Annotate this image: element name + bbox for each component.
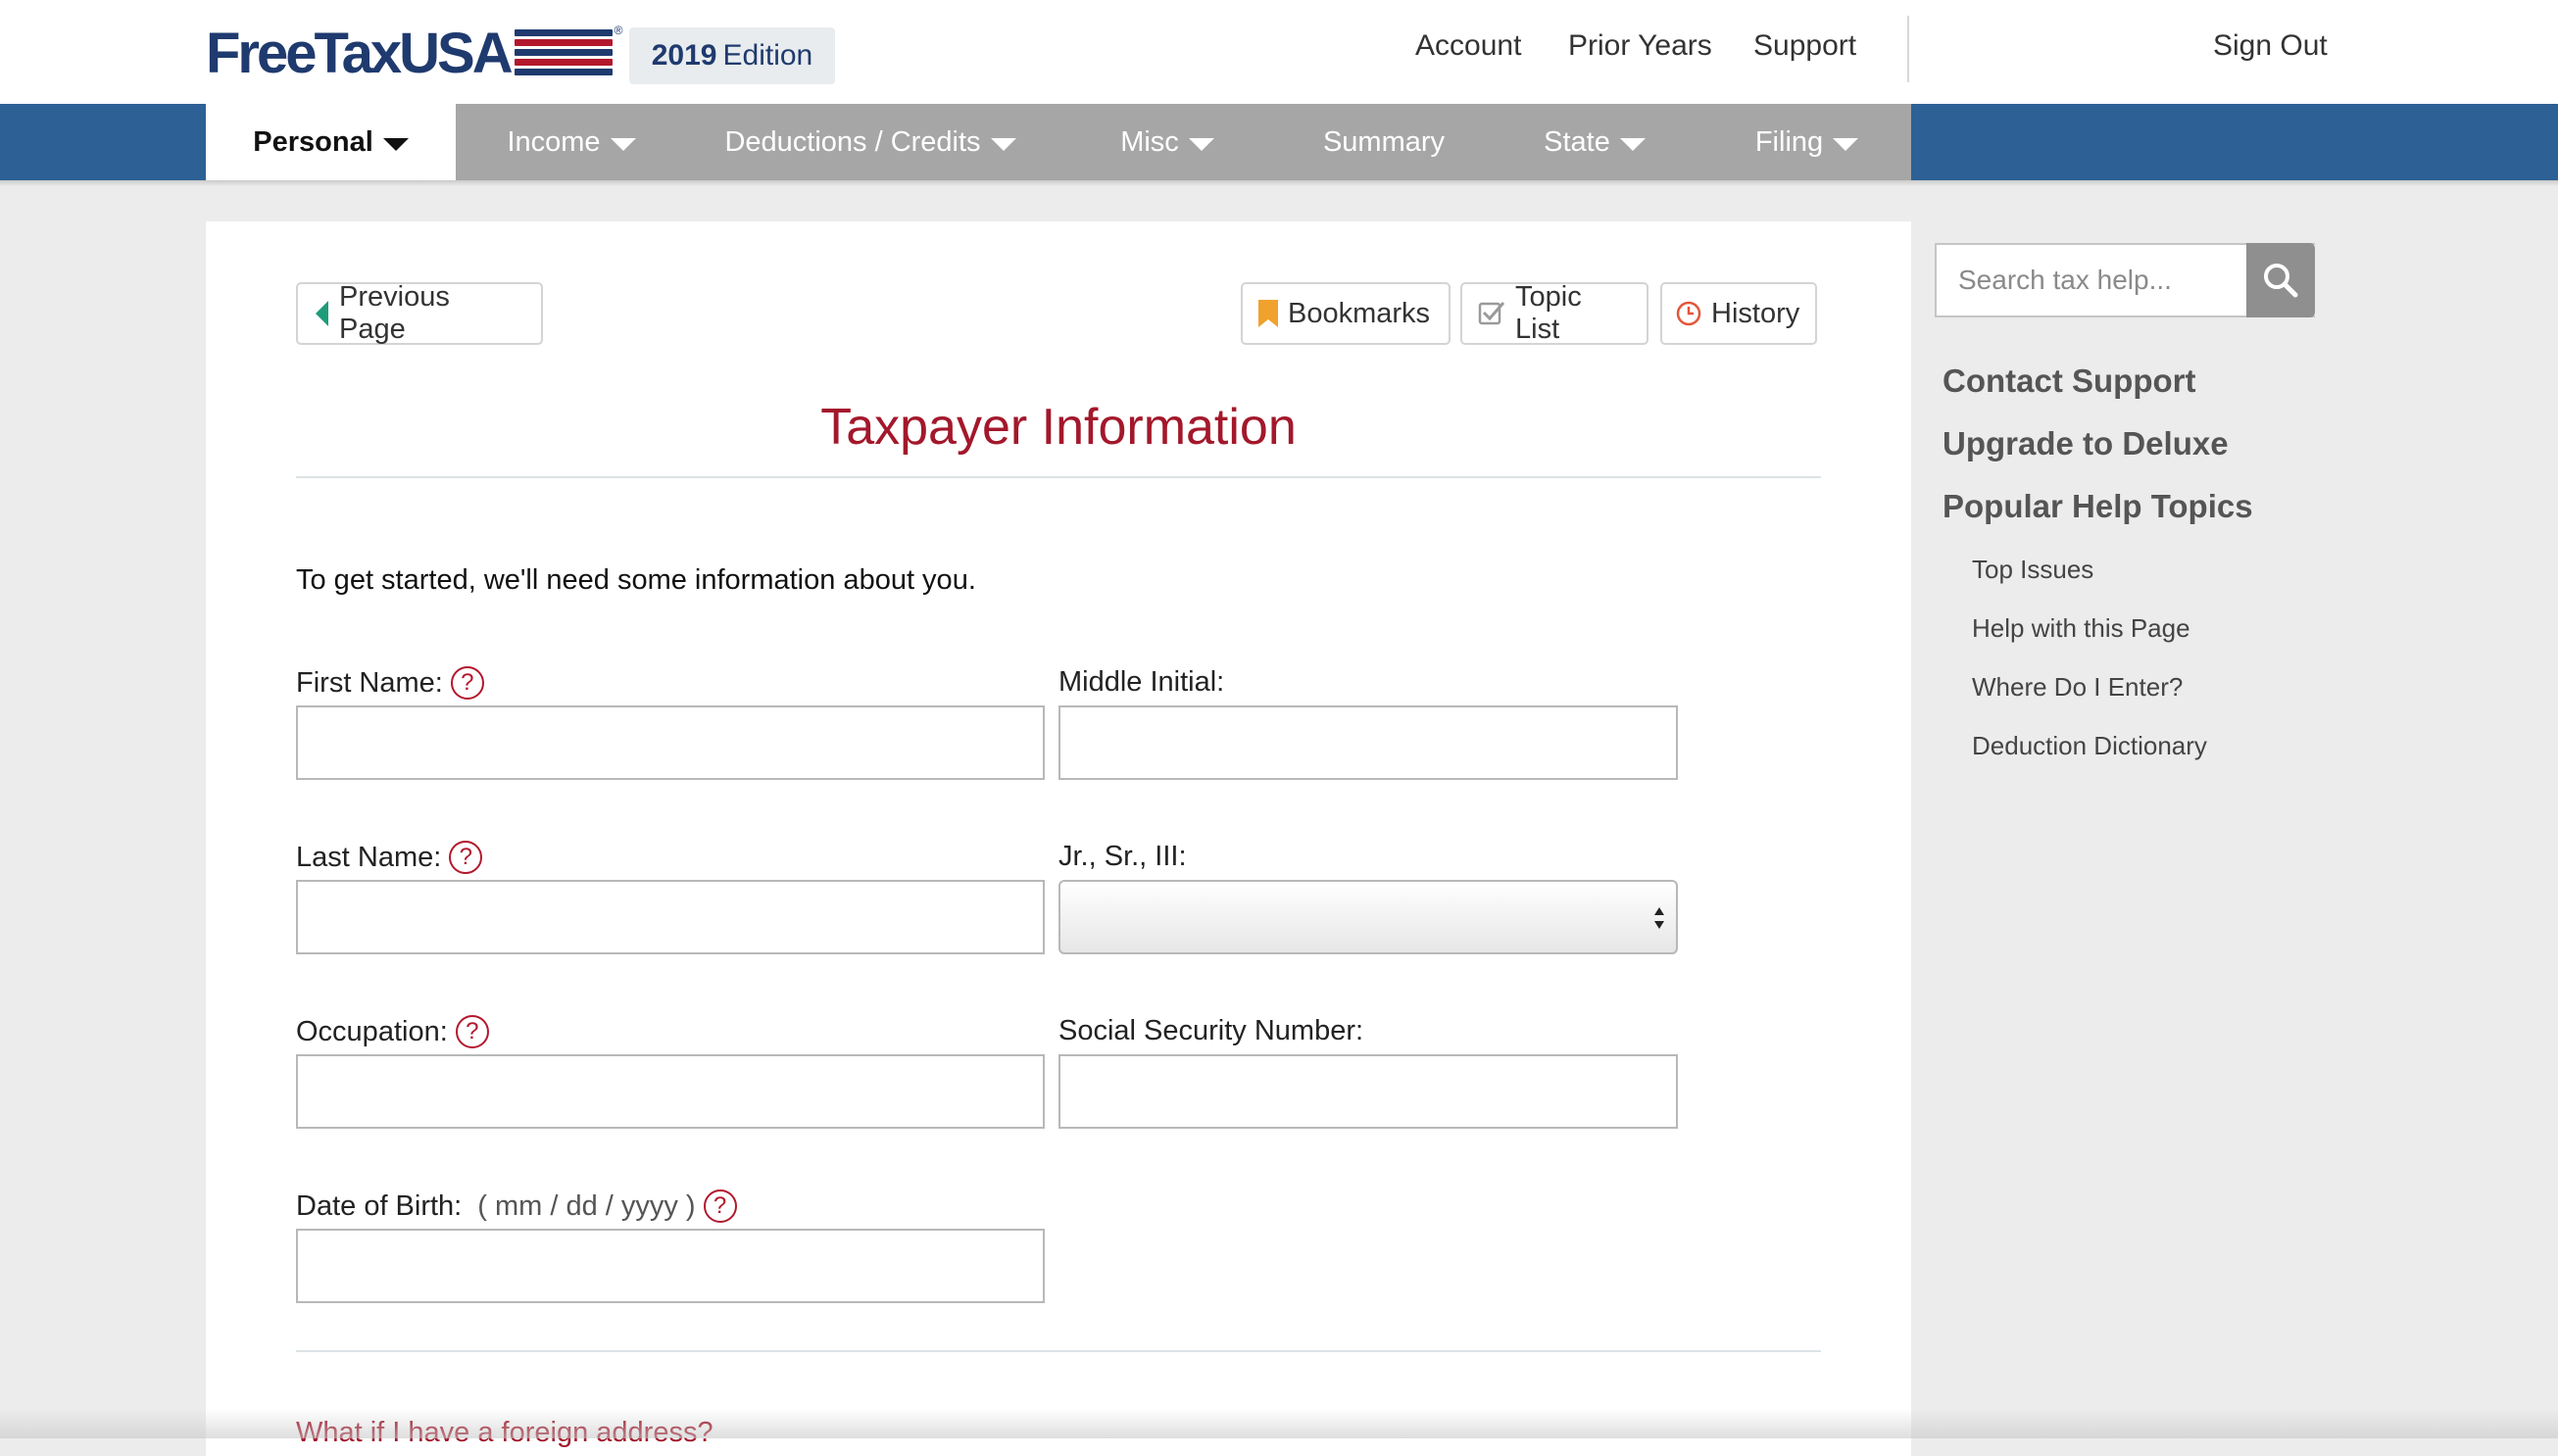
topic-list-label: Topic List xyxy=(1515,281,1582,345)
ssn-label-text: Social Security Number: xyxy=(1058,1015,1364,1046)
previous-page-button[interactable]: Previous Page xyxy=(296,281,543,345)
middle-initial-label-text: Middle Initial: xyxy=(1058,666,1225,698)
edition-year: 2019 xyxy=(651,39,717,72)
page-title: Taxpayer Information xyxy=(820,399,1297,456)
help-question-icon[interactable]: ? xyxy=(455,1015,489,1048)
search-icon xyxy=(2264,264,2298,298)
occupation-input[interactable] xyxy=(296,1054,1045,1129)
topic-top-issues[interactable]: Top Issues xyxy=(1972,555,2093,585)
topic-where-do-i-enter[interactable]: Where Do I Enter? xyxy=(1972,672,2183,703)
first-name-input[interactable] xyxy=(296,705,1045,780)
tab-filing[interactable]: Filing xyxy=(1702,104,1911,180)
popular-help-topics-link[interactable]: Popular Help Topics xyxy=(1943,488,2253,525)
main-nav-tabs: Personal Income Deductions / Credits Mis… xyxy=(206,104,1911,180)
help-question-icon[interactable]: ? xyxy=(703,1189,737,1223)
tab-personal[interactable]: Personal xyxy=(206,104,456,180)
main-content-card: Previous Page Bookmarks Topic List Histo… xyxy=(206,221,1911,1456)
main-nav: Personal Income Deductions / Credits Mis… xyxy=(0,104,2558,180)
tab-summary[interactable]: Summary xyxy=(1281,104,1487,180)
help-question-icon[interactable]: ? xyxy=(449,841,483,874)
tab-personal-label: Personal xyxy=(253,125,373,158)
logo-registered-mark: ® xyxy=(614,24,623,37)
nav-shadow xyxy=(0,180,2558,186)
search-button[interactable] xyxy=(2246,243,2315,317)
dob-label-text: Date of Birth: xyxy=(296,1189,463,1222)
history-label: History xyxy=(1711,297,1800,329)
tab-deductions-credits-label: Deductions / Credits xyxy=(724,125,981,158)
middle-initial-input[interactable] xyxy=(1058,705,1678,780)
chevron-down-icon xyxy=(382,137,409,151)
dob-input[interactable] xyxy=(296,1229,1045,1303)
previous-page-label: Previous Page xyxy=(339,281,450,345)
tab-income[interactable]: Income xyxy=(456,104,687,180)
last-name-input[interactable] xyxy=(296,880,1045,954)
topic-help-with-page[interactable]: Help with this Page xyxy=(1972,613,2190,644)
chevron-down-icon xyxy=(1619,137,1646,151)
upgrade-deluxe-link[interactable]: Upgrade to Deluxe xyxy=(1943,425,2229,462)
bookmarks-label: Bookmarks xyxy=(1288,297,1431,329)
logo-text: FreeTaxUSA xyxy=(206,22,514,85)
first-name-label-text: First Name: xyxy=(296,666,443,699)
tab-summary-label: Summary xyxy=(1322,125,1446,158)
logo-flag-icon xyxy=(514,29,613,76)
tab-misc-label: Misc xyxy=(1120,125,1179,158)
suffix-label-text: Jr., Sr., III: xyxy=(1058,841,1187,872)
header-divider xyxy=(1907,16,1909,82)
occupation-label: Occupation: ? xyxy=(296,1015,489,1048)
checkbox-icon xyxy=(1478,300,1505,327)
tab-misc[interactable]: Misc xyxy=(1054,104,1281,180)
form-bottom-divider xyxy=(296,1350,1821,1352)
dob-label: Date of Birth: ( mm / dd / yyyy ) ? xyxy=(296,1189,737,1223)
suffix-select[interactable] xyxy=(1058,880,1678,954)
support-link[interactable]: Support xyxy=(1753,29,1856,63)
account-link[interactable]: Account xyxy=(1415,29,1521,63)
chevron-down-icon xyxy=(990,137,1016,151)
tab-income-label: Income xyxy=(507,125,601,158)
chevron-down-icon xyxy=(610,137,636,151)
bottom-fade xyxy=(0,1409,2558,1438)
edition-badge: 2019 Edition xyxy=(629,27,835,84)
chevron-down-icon xyxy=(1833,137,1859,151)
clock-icon xyxy=(1676,301,1701,326)
chevron-down-icon xyxy=(1188,137,1214,151)
first-name-label: First Name: ? xyxy=(296,666,484,700)
topic-deduction-dictionary[interactable]: Deduction Dictionary xyxy=(1972,731,2207,761)
edition-label: Edition xyxy=(722,39,813,72)
middle-initial-label: Middle Initial: xyxy=(1058,666,1224,699)
tab-state-label: State xyxy=(1544,125,1610,158)
ssn-input[interactable] xyxy=(1058,1054,1678,1129)
topic-list-button[interactable]: Topic List xyxy=(1460,281,1648,345)
bookmark-icon xyxy=(1258,300,1278,327)
intro-text: To get started, we'll need some informat… xyxy=(296,564,976,596)
history-button[interactable]: History xyxy=(1660,282,1817,345)
chevron-left-icon xyxy=(316,301,329,326)
last-name-label: Last Name: ? xyxy=(296,841,483,874)
top-header: FreeTaxUSA ® 2019 Edition Account Prior … xyxy=(0,0,2558,104)
freetaxusa-logo[interactable]: FreeTaxUSA ® xyxy=(206,22,623,85)
ssn-label: Social Security Number: xyxy=(1058,1015,1363,1047)
sign-out-link[interactable]: Sign Out xyxy=(2213,29,2328,63)
last-name-label-text: Last Name: xyxy=(296,841,442,873)
suffix-label: Jr., Sr., III: xyxy=(1058,841,1187,873)
contact-support-link[interactable]: Contact Support xyxy=(1943,363,2195,400)
prior-years-link[interactable]: Prior Years xyxy=(1568,29,1712,63)
bookmarks-button[interactable]: Bookmarks xyxy=(1241,282,1451,345)
tab-deductions-credits[interactable]: Deductions / Credits xyxy=(687,104,1054,180)
title-divider xyxy=(296,476,1821,478)
occupation-label-text: Occupation: xyxy=(296,1015,448,1047)
select-arrows-icon xyxy=(1654,907,1664,929)
tab-state[interactable]: State xyxy=(1487,104,1702,180)
tab-filing-label: Filing xyxy=(1754,125,1824,158)
help-question-icon[interactable]: ? xyxy=(450,666,484,700)
dob-format-hint: ( mm / dd / yyyy ) xyxy=(477,1189,696,1222)
